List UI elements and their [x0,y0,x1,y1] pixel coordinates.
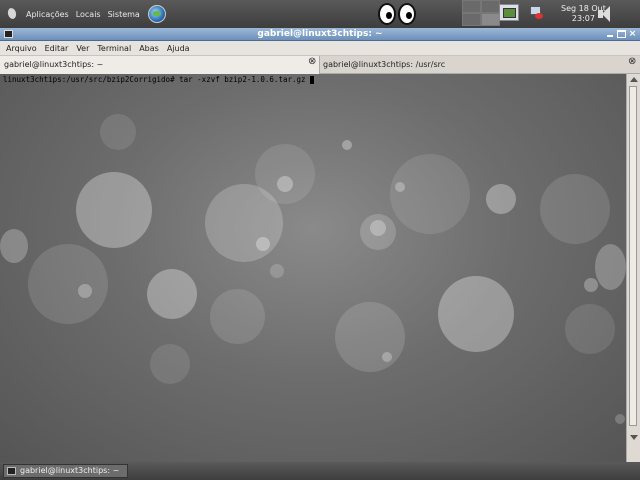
tab-home[interactable]: gabriel@linuxt3chtips: ~ [0,56,320,74]
top-panel: Aplicações Locais Sistema Seg 18 Out 23:… [0,0,640,28]
scroll-up-arrow-icon[interactable] [630,77,638,82]
taskbar-terminal-button[interactable]: gabriel@linuxt3chtips: ~ [3,464,128,478]
volume-icon[interactable] [598,5,612,23]
web-browser-launcher-icon[interactable] [147,5,166,23]
workspace-2[interactable] [481,0,500,13]
menu-ajuda[interactable]: Ajuda [167,44,190,53]
menu-terminal[interactable]: Terminal [97,44,131,53]
network-status-icon[interactable] [530,6,544,20]
left-eye-icon [378,3,396,25]
menu-abas[interactable]: Abas [139,44,159,53]
terminal-area[interactable]: linuxt3chtips:/usr/src/bzip2Corrigido# t… [0,74,626,462]
command-line[interactable]: linuxt3chtips:/usr/src/bzip2Corrigido# t… [3,75,315,84]
workspace-1[interactable] [462,0,481,13]
tab-bar: gabriel@linuxt3chtips: ~ ⊗ gabriel@linux… [0,56,640,74]
menu-sistema[interactable]: Sistema [108,10,140,19]
gnome-foot-icon[interactable] [5,7,19,21]
menu-ver[interactable]: Ver [76,44,89,53]
menu-arquivo[interactable]: Arquivo [6,44,37,53]
window-title: gabriel@linuxt3chtips: ~ [257,29,383,39]
tab-home-label: gabriel@linuxt3chtips: ~ [4,60,104,69]
tab-usr-src-label: gabriel@linuxt3chtips: /usr/src [323,60,446,69]
terminal-icon[interactable] [4,30,13,38]
menubar: Arquivo Editar Ver Terminal Abas Ajuda [0,41,640,56]
minimize-button[interactable] [606,30,615,38]
bottom-panel: gabriel@linuxt3chtips: ~ [0,462,640,480]
right-eye-icon [398,3,416,25]
menu-editar[interactable]: Editar [45,44,69,53]
workspace-4[interactable] [481,13,500,26]
text-cursor [310,76,315,84]
maximize-button[interactable] [617,30,626,38]
workspace-switcher[interactable] [462,0,500,26]
workspace-3[interactable] [462,13,481,26]
command-text: linuxt3chtips:/usr/src/bzip2Corrigido# t… [3,75,311,84]
tab-usr-src-close-icon[interactable]: ⊗ [628,56,636,67]
terminal-task-icon [7,467,16,475]
menu-aplicacoes[interactable]: Aplicações [26,10,69,19]
menu-locais[interactable]: Locais [76,10,101,19]
close-button[interactable]: × [628,30,637,39]
tab-usr-src[interactable]: gabriel@linuxt3chtips: /usr/src [320,56,640,74]
app-thumbnail-icon[interactable] [499,4,519,21]
scroll-down-arrow-icon[interactable] [630,435,638,440]
scrollbar-thumb[interactable] [629,86,637,426]
terminal-scrollbar[interactable] [626,74,640,462]
xeyes-applet [378,3,416,25]
window-titlebar[interactable]: gabriel@linuxt3chtips: ~ × [0,28,640,41]
tab-home-close-icon[interactable]: ⊗ [308,56,316,67]
taskbar-terminal-label: gabriel@linuxt3chtips: ~ [20,466,120,475]
